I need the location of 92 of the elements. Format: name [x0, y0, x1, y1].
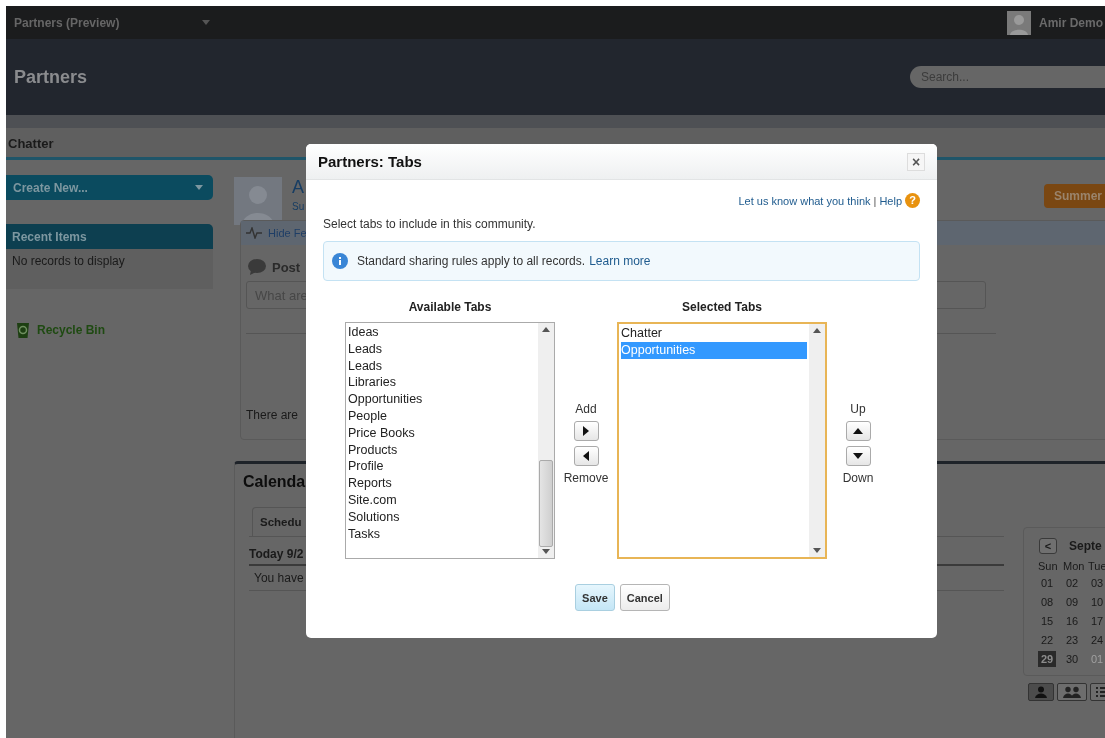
scroll-down-icon[interactable] [813, 548, 821, 553]
empty-message: No records to display [12, 254, 125, 268]
list-option[interactable]: Price Books [348, 424, 536, 442]
tab-listbox[interactable]: Chatter Opportunities [617, 322, 827, 559]
weekday-label: Sun [1038, 560, 1059, 572]
scroll-down-icon[interactable] [542, 549, 550, 554]
list-option[interactable]: Site.com [348, 491, 536, 509]
save-button[interactable]: Save [575, 584, 615, 611]
instructions-text: Select tabs to include in this community. [323, 217, 537, 231]
app-menu[interactable]: Partners (Preview) [6, 15, 218, 30]
list-option[interactable]: People [348, 408, 536, 425]
caret-icon [202, 20, 210, 25]
left-triangle-icon [583, 451, 589, 461]
calendar-day[interactable]: 01 [1038, 575, 1057, 591]
list-option[interactable]: Ideas [348, 324, 536, 341]
list-option[interactable]: Profile [348, 458, 536, 476]
learn-more-link[interactable]: Learn more [589, 254, 651, 268]
calendar-day[interactable]: 22 [1038, 632, 1057, 648]
scrollbar[interactable] [809, 324, 825, 557]
remove-label: Remove [563, 471, 609, 485]
move-down-button[interactable] [845, 446, 871, 466]
close-button[interactable]: × [907, 152, 925, 171]
calendar-day[interactable]: 09 [1063, 594, 1082, 610]
pulse-icon [246, 227, 262, 239]
summer-button[interactable]: Summer [1044, 184, 1105, 208]
calendar-day[interactable]: 24 [1088, 632, 1105, 648]
scrollbar[interactable] [538, 323, 554, 558]
right-triangle-icon [583, 426, 589, 436]
list-option[interactable]: Leads [348, 340, 536, 358]
cancel-button[interactable]: Cancel [619, 584, 670, 611]
down-triangle-icon [853, 453, 863, 459]
calendar-day[interactable]: 17 [1088, 613, 1105, 629]
list-heading: Selected Tabs [682, 300, 762, 314]
calendar-day[interactable]: 16 [1063, 613, 1082, 629]
list-option[interactable]: Chatter [621, 325, 807, 342]
previous-month-button[interactable]: < [1039, 538, 1057, 554]
profile-name[interactable]: A [292, 177, 305, 198]
list-option[interactable]: Tasks [348, 525, 536, 543]
add-button[interactable] [573, 421, 599, 441]
info-text: Standard sharing rules apply to all records. [357, 254, 586, 268]
up-label: Up [850, 402, 866, 416]
link-separator: | [873, 194, 877, 207]
weekday-label: Mon [1063, 560, 1086, 572]
speech-bubble-icon [248, 259, 266, 275]
move-up-button[interactable] [845, 421, 871, 441]
help-link[interactable]: Help [879, 194, 902, 207]
scroll-up-icon[interactable] [542, 327, 550, 332]
profile-subtitle: Su [292, 201, 305, 212]
calendar-day[interactable]: 30 [1063, 651, 1082, 667]
down-label: Down [842, 471, 874, 485]
up-triangle-icon [853, 428, 863, 434]
list-option[interactable]: Leads [348, 357, 536, 375]
user-name[interactable]: Amir Demo [1039, 15, 1103, 30]
help-icon[interactable]: ? [905, 193, 920, 208]
recycle-bin-link[interactable]: Recycle Bin [37, 323, 106, 337]
remove-button[interactable] [573, 446, 599, 466]
person-icon [1034, 686, 1048, 698]
add-label: Add [575, 402, 597, 416]
recycle-bin-icon [16, 322, 30, 338]
chatter-tab[interactable]: Chatter [6, 136, 56, 157]
list-option[interactable]: Opportunities [621, 341, 807, 359]
scroll-up-icon[interactable] [813, 328, 821, 333]
group-icon [1063, 686, 1081, 698]
list-heading: Available Tabs [408, 300, 492, 314]
community-title: Partners [14, 66, 88, 88]
feedback-link[interactable]: Let us know what you think [738, 194, 871, 207]
calendar-day[interactable]: 23 [1063, 632, 1082, 648]
month-label: Septe [1069, 539, 1102, 553]
caret-icon [195, 185, 203, 190]
calendar-day[interactable]: 10 [1088, 594, 1105, 610]
info-icon [332, 253, 348, 269]
list-option[interactable]: Products [348, 441, 536, 459]
calendar-day[interactable]: 15 [1038, 613, 1057, 629]
list-option[interactable]: Solutions [348, 508, 536, 526]
post-label[interactable]: Post [272, 259, 301, 275]
profile-silhouette [234, 177, 282, 225]
hide-feed-button[interactable]: Hide Fe [241, 227, 307, 239]
recent-items-header: Recent Items [6, 224, 213, 249]
group-view-button[interactable] [1057, 683, 1087, 701]
tab-listbox[interactable]: Ideas Leads Leads Libraries Opportunities People Price Books Products Profile Reports Site.com Solutions Tasks [345, 322, 555, 559]
dialog-title: Partners: Tabs [318, 153, 422, 170]
list-option[interactable]: Libraries [348, 374, 536, 392]
calendar-day[interactable]: 02 [1063, 575, 1082, 591]
calendar-title: Calenda [243, 473, 306, 491]
feed-empty-message: There are [246, 408, 299, 422]
calendar-day[interactable]: 08 [1038, 594, 1057, 610]
list-option[interactable]: Reports [348, 475, 536, 492]
avatar-icon [1007, 10, 1031, 35]
create-new-button[interactable]: Create New... [6, 175, 213, 200]
calendar-day[interactable]: 29 [1038, 651, 1057, 667]
calendar-day[interactable]: 03 [1088, 575, 1105, 591]
list-option[interactable]: Opportunities [348, 391, 536, 408]
